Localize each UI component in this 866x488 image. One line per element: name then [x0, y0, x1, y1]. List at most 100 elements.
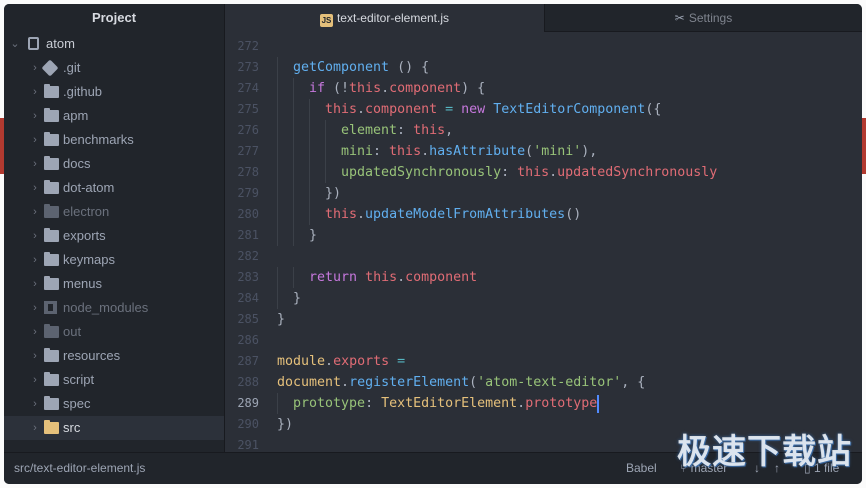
- indent-guide: [293, 183, 294, 204]
- tree-item-node-modules[interactable]: › node_modules: [4, 296, 224, 320]
- line-number-gutter: 272 273 274 275 276 277 278 279 280 281 282 283 284 2…: [225, 32, 267, 452]
- tree-item-github[interactable]: › .github: [4, 80, 224, 104]
- code-token: this: [389, 144, 422, 159]
- tree-item-spec[interactable]: › spec: [4, 392, 224, 416]
- tree-item-electron[interactable]: › electron: [4, 200, 224, 224]
- chevron-right-icon[interactable]: ›: [30, 176, 40, 200]
- folder-icon: [44, 420, 59, 434]
- chevron-right-icon[interactable]: ›: [30, 272, 40, 296]
- folder-icon: [44, 204, 59, 218]
- code-token: registerElement: [349, 375, 470, 390]
- code-token: document: [277, 375, 342, 390]
- code-token: TextEditorElement: [381, 396, 518, 411]
- indent-guide: [309, 162, 310, 183]
- tree-item-apm[interactable]: › apm: [4, 104, 224, 128]
- tree-view-title: Project: [91, 10, 137, 25]
- line-number: 275: [237, 102, 259, 116]
- code-token: element: [341, 123, 398, 138]
- chevron-right-icon[interactable]: ›: [30, 320, 40, 344]
- tab-text-editor-element[interactable]: JS text-editor-element.js: [225, 4, 544, 32]
- line-number: 281: [237, 228, 259, 242]
- indent-guide: [309, 99, 310, 120]
- indent-guide: [309, 204, 310, 225]
- chevron-right-icon[interactable]: ›: [30, 392, 40, 416]
- folder-icon: [44, 108, 59, 122]
- indent-guide: [309, 141, 310, 162]
- tree-item-keymaps[interactable]: › keymaps: [4, 248, 224, 272]
- tree-item-label: node_modules: [63, 300, 149, 315]
- tree-item-label: menus: [63, 276, 103, 291]
- code-token: updatedSynchronously: [557, 165, 718, 180]
- tree-item-resources[interactable]: › resources: [4, 344, 224, 368]
- tree-item-label: resources: [63, 348, 121, 363]
- status-file-path[interactable]: src/text-editor-element.js: [14, 453, 145, 484]
- chevron-down-icon[interactable]: ⌄: [10, 32, 20, 56]
- code-token: .: [357, 102, 366, 117]
- indent-guide: [293, 267, 294, 288]
- indent-guide: [293, 141, 294, 162]
- indent-guide: [277, 57, 278, 78]
- tab-settings[interactable]: ✂ Settings: [544, 4, 862, 32]
- tree-item-script[interactable]: › script: [4, 368, 224, 392]
- chevron-right-icon[interactable]: ›: [30, 416, 40, 440]
- indent-guide: [293, 162, 294, 183]
- tree-item-out[interactable]: › out: [4, 320, 224, 344]
- code-token: new: [461, 102, 486, 117]
- tree-item-docs[interactable]: › docs: [4, 152, 224, 176]
- code-token: this: [325, 102, 358, 117]
- chevron-right-icon[interactable]: ›: [30, 80, 40, 104]
- tree-item-label: .git: [63, 60, 81, 75]
- indent-guide: [277, 183, 278, 204]
- chevron-right-icon[interactable]: ›: [30, 224, 40, 248]
- code-line: module.exports =: [277, 351, 405, 372]
- line-number: 283: [237, 270, 259, 284]
- tree-item-label: src: [63, 420, 81, 435]
- code-token: exports: [333, 354, 390, 369]
- line-number: 290: [237, 417, 259, 431]
- tree-item-src[interactable]: › src: [4, 416, 224, 440]
- tree-list: ⌄ atom › .git › .github › apm › benchmarks › docs…: [4, 32, 224, 440]
- tree-item-git[interactable]: › .git: [4, 56, 224, 80]
- status-grammar[interactable]: Babel: [626, 453, 657, 484]
- tree-view: Project ⌄ atom › .git › .github › apm › benchma…: [4, 4, 225, 452]
- line-number: 289: [237, 396, 259, 410]
- tree-item-benchmarks[interactable]: › benchmarks: [4, 128, 224, 152]
- indent-guide: [293, 99, 294, 120]
- code-token: (: [469, 375, 478, 390]
- code-token: :: [373, 144, 390, 159]
- line-number: 278: [237, 165, 259, 179]
- tree-item-exports[interactable]: › exports: [4, 224, 224, 248]
- folder-icon: [44, 396, 59, 410]
- chevron-right-icon[interactable]: ›: [30, 152, 40, 176]
- chevron-right-icon[interactable]: ›: [30, 128, 40, 152]
- indent-guide: [325, 162, 326, 183]
- code-token: component: [405, 270, 478, 285]
- tree-item-menus[interactable]: › menus: [4, 272, 224, 296]
- code-token: getComponent: [293, 60, 390, 75]
- tree-item-dot-atom[interactable]: › dot-atom: [4, 176, 224, 200]
- tree-root-atom[interactable]: ⌄ atom: [4, 32, 224, 56]
- line-number: 285: [237, 312, 259, 326]
- tab-bar: JS text-editor-element.js ✂ Settings: [225, 4, 862, 32]
- js-file-icon: JS: [319, 14, 333, 27]
- tree-item-label: exports: [63, 228, 106, 243]
- code-token: =: [397, 354, 406, 369]
- indent-guide: [277, 267, 278, 288]
- line-number: 272: [237, 39, 259, 53]
- chevron-right-icon[interactable]: ›: [30, 344, 40, 368]
- chevron-right-icon[interactable]: ›: [30, 296, 40, 320]
- indent-guide: [293, 78, 294, 99]
- code-token: ),: [581, 144, 598, 159]
- chevron-right-icon[interactable]: ›: [30, 200, 40, 224]
- chevron-right-icon[interactable]: ›: [30, 368, 40, 392]
- chevron-right-icon[interactable]: ›: [30, 248, 40, 272]
- line-number: 291: [237, 438, 259, 452]
- code-token: =: [445, 102, 454, 117]
- tree-item-label: benchmarks: [63, 132, 134, 147]
- chevron-right-icon[interactable]: ›: [30, 56, 40, 80]
- chevron-right-icon[interactable]: ›: [30, 104, 40, 128]
- tree-item-label: out: [63, 324, 82, 339]
- code-token: }): [277, 417, 294, 432]
- text-editor[interactable]: 272 273 274 275 276 277 278 279 280 281 282 283 284 2…: [225, 32, 862, 452]
- code-line: if (!this.component) {: [309, 78, 485, 99]
